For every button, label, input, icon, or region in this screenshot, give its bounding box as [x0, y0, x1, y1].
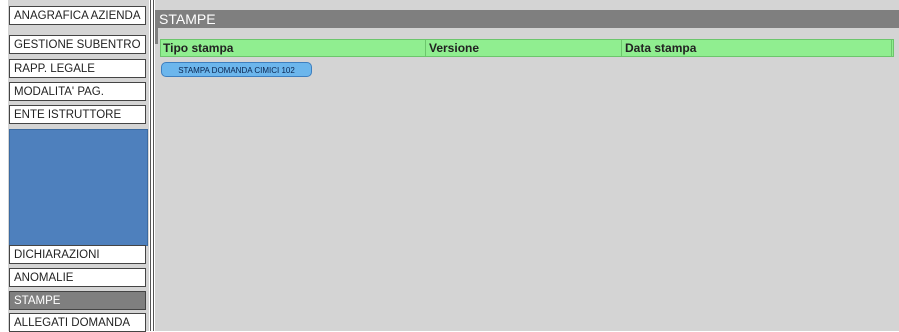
- sidebar-item-allegati-domanda[interactable]: ALLEGATI DOMANDA: [9, 313, 146, 332]
- sidebar-divider: [150, 0, 151, 331]
- sidebar-item-anomalie[interactable]: ANOMALIE: [9, 268, 146, 287]
- sidebar-blue-panel: [9, 129, 148, 246]
- sidebar-item-ente-istruttore[interactable]: ENTE ISTRUTTORE: [9, 105, 146, 124]
- sidebar-item-modalita-pag[interactable]: MODALITA' PAG.: [9, 82, 146, 101]
- stampa-domanda-button[interactable]: STAMPA DOMANDA CIMICI 102: [161, 62, 312, 77]
- sidebar: ANAGRAFICA AZIENDA GESTIONE SUBENTRO RAP…: [8, 0, 149, 332]
- column-separator: [891, 40, 892, 56]
- main-panel: STAMPE Tipo stampa Versione Data stampa …: [155, 0, 899, 331]
- sidebar-item-rapp-legale[interactable]: RAPP. LEGALE: [9, 59, 146, 78]
- title-bar-accent: [155, 28, 158, 44]
- table-header: Tipo stampa Versione Data stampa: [160, 39, 894, 57]
- page-title: STAMPE: [155, 10, 899, 28]
- sidebar-item-anagrafica-azienda[interactable]: ANAGRAFICA AZIENDA: [9, 6, 146, 25]
- column-header-versione[interactable]: Versione: [427, 40, 479, 56]
- column-header-data-stampa[interactable]: Data stampa: [623, 40, 696, 56]
- sidebar-divider-inner: [153, 0, 154, 331]
- column-separator: [425, 40, 426, 56]
- sidebar-item-dichiarazioni[interactable]: DICHIARAZIONI: [9, 245, 146, 264]
- column-separator: [621, 40, 622, 56]
- sidebar-item-gestione-subentro[interactable]: GESTIONE SUBENTRO: [9, 35, 146, 54]
- column-header-tipo-stampa[interactable]: Tipo stampa: [161, 40, 233, 56]
- sidebar-item-stampe[interactable]: STAMPE: [9, 291, 146, 310]
